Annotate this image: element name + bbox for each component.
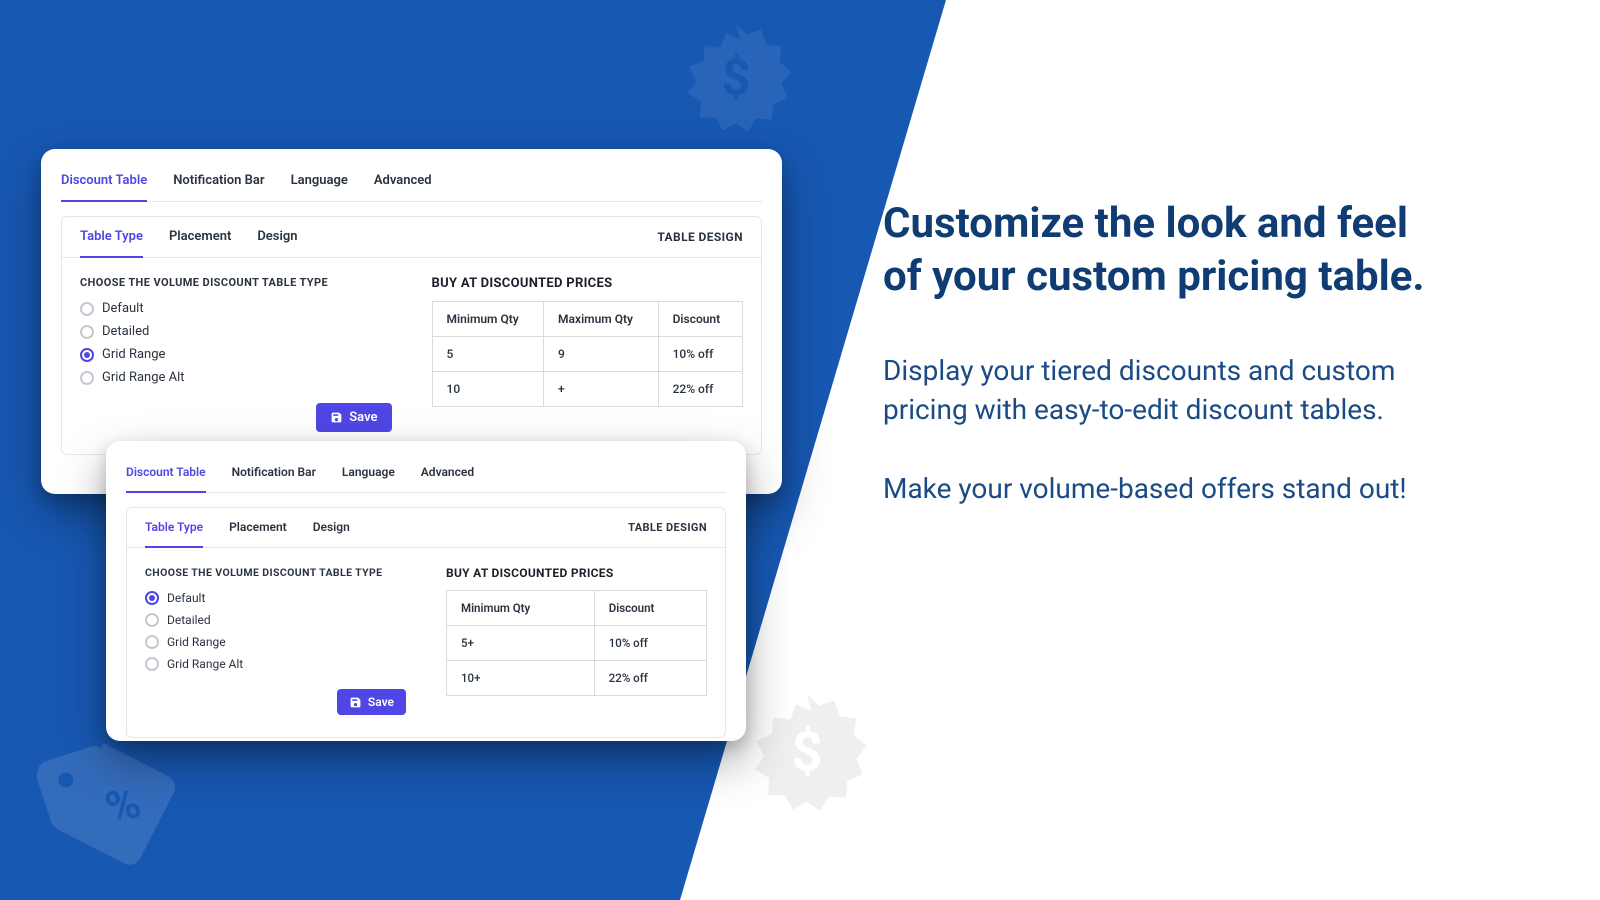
radio-label: Default xyxy=(167,591,205,605)
save-button[interactable]: Save xyxy=(337,689,406,715)
tab-advanced[interactable]: Advanced xyxy=(374,165,432,201)
table-cell: 10% off xyxy=(594,626,706,661)
section-label: CHOOSE THE VOLUME DISCOUNT TABLE TYPE xyxy=(145,566,406,579)
table-row: 5+10% off xyxy=(447,626,707,661)
table-cell: 9 xyxy=(544,337,659,372)
preview-title: BUY AT DISCOUNTED PRICES xyxy=(446,566,707,580)
radio-default[interactable]: Default xyxy=(145,591,406,605)
radio-indicator xyxy=(145,613,159,627)
radio-label: Grid Range Alt xyxy=(167,657,243,671)
svg-text:$: $ xyxy=(722,48,751,107)
table-row: 5910% off xyxy=(432,337,743,372)
marketing-paragraph-2: Make your volume-based offers stand out! xyxy=(883,469,1433,508)
radio-grid-range[interactable]: Grid Range xyxy=(145,635,406,649)
tab-notification-bar[interactable]: Notification Bar xyxy=(232,457,316,492)
radio-indicator xyxy=(145,591,159,605)
radio-indicator xyxy=(80,325,94,339)
radio-indicator xyxy=(80,302,94,316)
marketing-headline: Customize the look and feel of your cust… xyxy=(883,198,1433,303)
table-cell: 10 xyxy=(432,372,544,407)
radio-label: Grid Range xyxy=(167,635,226,649)
svg-text:$: $ xyxy=(791,721,822,785)
radio-detailed[interactable]: Detailed xyxy=(80,324,392,339)
dollar-badge-icon: $ xyxy=(676,20,796,140)
table-cell: 22% off xyxy=(594,661,706,696)
tab-language[interactable]: Language xyxy=(291,165,348,201)
save-button-label: Save xyxy=(368,695,394,709)
radio-indicator xyxy=(80,371,94,385)
subtab-table-type[interactable]: Table Type xyxy=(145,508,203,548)
table-design-link[interactable]: TABLE DESIGN xyxy=(628,521,707,534)
dollar-badge-icon: $ xyxy=(742,690,872,820)
radio-grid-range-alt[interactable]: Grid Range Alt xyxy=(145,657,406,671)
save-button-label: Save xyxy=(349,410,377,425)
table-cell: 22% off xyxy=(658,372,742,407)
settings-panel: Table Type Placement Design TABLE DESIGN… xyxy=(126,507,726,738)
table-design-link[interactable]: TABLE DESIGN xyxy=(657,230,743,244)
radio-grid-range[interactable]: Grid Range xyxy=(80,347,392,362)
table-cell: + xyxy=(544,372,659,407)
marketing-paragraph-1: Display your tiered discounts and custom… xyxy=(883,351,1433,429)
subtab-placement[interactable]: Placement xyxy=(229,508,287,547)
tab-discount-table[interactable]: Discount Table xyxy=(126,457,206,493)
tab-discount-table[interactable]: Discount Table xyxy=(61,165,147,202)
settings-panel: Table Type Placement Design TABLE DESIGN… xyxy=(61,216,762,455)
column-header: Discount xyxy=(658,302,742,337)
subtab-design[interactable]: Design xyxy=(257,217,297,257)
tab-advanced[interactable]: Advanced xyxy=(421,457,474,492)
column-header: Minimum Qty xyxy=(432,302,544,337)
save-icon xyxy=(349,696,362,709)
tab-language[interactable]: Language xyxy=(342,457,395,492)
save-button[interactable]: Save xyxy=(316,403,391,432)
table-row: 10+22% off xyxy=(432,372,743,407)
subtab-placement[interactable]: Placement xyxy=(169,217,231,257)
save-icon xyxy=(330,411,343,424)
top-tabs: Discount Table Notification Bar Language… xyxy=(61,159,762,202)
radio-grid-range-alt[interactable]: Grid Range Alt xyxy=(80,370,392,385)
column-header: Discount xyxy=(594,591,706,626)
subtab-design[interactable]: Design xyxy=(313,508,350,547)
tab-notification-bar[interactable]: Notification Bar xyxy=(173,165,264,201)
table-cell: 5 xyxy=(432,337,544,372)
radio-label: Grid Range Alt xyxy=(102,370,185,385)
radio-label: Default xyxy=(102,301,144,316)
table-cell: 10% off xyxy=(658,337,742,372)
radio-label: Detailed xyxy=(102,324,149,339)
column-header: Minimum Qty xyxy=(447,591,595,626)
marketing-copy: Customize the look and feel of your cust… xyxy=(883,198,1433,549)
section-label: CHOOSE THE VOLUME DISCOUNT TABLE TYPE xyxy=(80,276,392,289)
top-tabs: Discount Table Notification Bar Language… xyxy=(126,451,726,493)
radio-indicator xyxy=(145,635,159,649)
column-header: Maximum Qty xyxy=(544,302,659,337)
sub-tabs: Table Type Placement Design xyxy=(145,508,350,547)
table-row: 10+22% off xyxy=(447,661,707,696)
screenshot-card-default: Discount Table Notification Bar Language… xyxy=(106,441,746,741)
radio-label: Grid Range xyxy=(102,347,165,362)
radio-indicator xyxy=(80,348,94,362)
radio-detailed[interactable]: Detailed xyxy=(145,613,406,627)
radio-default[interactable]: Default xyxy=(80,301,392,316)
sub-tabs: Table Type Placement Design xyxy=(80,217,298,257)
preview-title: BUY AT DISCOUNTED PRICES xyxy=(432,276,744,291)
radio-indicator xyxy=(145,657,159,671)
pricing-table: Minimum QtyMaximum QtyDiscount 5910% off… xyxy=(432,301,744,407)
radio-label: Detailed xyxy=(167,613,211,627)
pricing-table: Minimum QtyDiscount 5+10% off10+22% off xyxy=(446,590,707,696)
table-cell: 5+ xyxy=(447,626,595,661)
table-cell: 10+ xyxy=(447,661,595,696)
subtab-table-type[interactable]: Table Type xyxy=(80,217,143,258)
